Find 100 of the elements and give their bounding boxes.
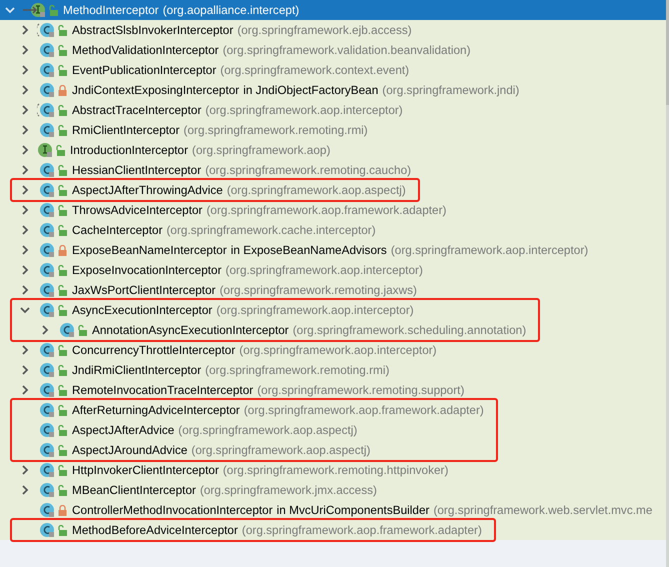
outer-class-name: in MvcUriComponentsBuilder (276, 503, 430, 517)
package-name: (org.springframework.remoting.httpinvoker) (222, 463, 448, 477)
tree-row[interactable]: ThrowsAdviceInterceptor (org.springframework.aop.framework.adapter) (0, 200, 666, 220)
class-name: CacheInterceptor (72, 223, 162, 237)
unlocked-padlock-icon (58, 304, 67, 316)
chevron-right-icon[interactable] (20, 145, 30, 155)
unlocked-padlock-icon (49, 4, 58, 16)
chevron-right-icon[interactable] (20, 185, 30, 195)
chevron-right-icon[interactable] (20, 25, 30, 35)
padlock-icon (58, 504, 67, 516)
chevron-right-icon[interactable] (20, 225, 30, 235)
class-name: MethodInterceptor (63, 3, 159, 17)
unlocked-padlock-icon (58, 64, 67, 76)
tree-row[interactable]: JndiRmiClientInterceptor (org.springframework.remoting.rmi) (0, 360, 666, 380)
package-name: (org.springframework.remoting.support) (257, 383, 464, 397)
class-name: JndiContextExposingInterceptor (72, 83, 240, 97)
package-name: (org.springframework.jndi) (382, 83, 520, 97)
chevron-right-icon[interactable] (40, 325, 50, 335)
package-name: (org.springframework.validation.beanvalidation) (222, 43, 471, 57)
tree-row[interactable]: MethodInterceptor (org.aopalliance.intercept) (0, 0, 666, 20)
tree-row[interactable]: AspectJAfterAdvice (org.springframework.aop.aspectj) (12, 420, 484, 440)
chevron-right-icon[interactable] (20, 285, 30, 295)
tree-row[interactable]: MethodBeforeAdviceInterceptor (org.springframework.aop.framework.adapter) (12, 520, 482, 540)
unlocked-padlock-icon (58, 284, 67, 296)
package-name: (org.springframework.remoting.rmi) (184, 123, 368, 137)
class-name: HttpInvokerClientInterceptor (72, 463, 219, 477)
chevron-right-icon[interactable] (20, 265, 30, 275)
tree-row[interactable]: ExposeBeanNameInterceptor in ExposeBeanNameAdvisors (org.springframework.aop.interceptor) (0, 240, 666, 260)
tree-row[interactable]: AbstractSlsbInvokerInterceptor (org.springframework.ejb.access) (0, 20, 666, 40)
unlocked-padlock-icon (58, 224, 67, 236)
padlock-icon (58, 84, 67, 96)
package-name: (org.springframework.remoting.rmi) (205, 363, 390, 377)
class-icon (37, 402, 55, 418)
tree-row[interactable]: AnnotationAsyncExecutionInterceptor (org.springframework.scheduling.annotation) (12, 320, 526, 340)
class-icon (37, 122, 55, 138)
chevron-right-icon[interactable] (20, 85, 30, 95)
tree-row[interactable]: ConcurrencyThrottleInterceptor (org.springframework.aop.interceptor) (0, 340, 666, 360)
class-icon (37, 362, 55, 378)
chevron-right-icon[interactable] (20, 205, 30, 215)
class-icon (37, 302, 55, 318)
package-name: (org.springframework.remoting.jaxws) (220, 283, 417, 297)
unlocked-padlock-icon (58, 44, 67, 56)
class-name: ConcurrencyThrottleInterceptor (72, 343, 236, 357)
class-icon (37, 462, 55, 478)
tree-row[interactable]: AfterReturningAdviceInterceptor (org.springframework.aop.framework.adapter) (12, 400, 484, 420)
padlock-icon (58, 244, 67, 256)
chevron-right-icon[interactable] (20, 105, 30, 115)
unlocked-padlock-icon (58, 24, 67, 36)
chevron-right-icon[interactable] (20, 485, 30, 495)
chevron-right-icon[interactable] (20, 465, 30, 475)
class-icon (37, 422, 55, 438)
tree-row[interactable]: MBeanClientInterceptor (org.springframework.jmx.access) (0, 480, 666, 500)
unlocked-padlock-icon (58, 464, 67, 476)
tree-row[interactable]: AspectJAfterThrowingAdvice (org.springframework.aop.aspectj) (12, 180, 406, 200)
package-name: (org.springframework.aop) (192, 143, 330, 157)
tree-row[interactable]: AbstractTraceInterceptor (org.springframework.aop.interceptor) (0, 100, 666, 120)
tree-row[interactable]: AspectJAroundAdvice (org.springframework.aop.aspectj) (12, 440, 484, 460)
chevron-right-icon[interactable] (20, 45, 30, 55)
tree-row[interactable]: JaxWsPortClientInterceptor (org.springframework.remoting.jaxws) (0, 280, 666, 300)
chevron-right-icon[interactable] (20, 365, 30, 375)
unlocked-padlock-icon (58, 424, 67, 436)
class-icon (37, 222, 55, 238)
package-name: (org.springframework.aop.interceptor) (216, 303, 414, 317)
class-icon (37, 382, 55, 398)
tree-row[interactable]: MethodValidationInterceptor (org.springframework.validation.beanvalidation) (0, 40, 666, 60)
chevron-right-icon[interactable] (20, 345, 30, 355)
unlocked-padlock-icon (58, 344, 67, 356)
tree-row[interactable]: ControllerMethodInvocationInterceptor in MvcUriComponentsBuilder (org.springframework.web.servlet.mvc.me (0, 500, 666, 520)
tree-row[interactable]: EventPublicationInterceptor (org.springframework.context.event) (0, 60, 666, 80)
chevron-down-icon[interactable] (20, 305, 30, 315)
package-name: (org.springframework.aop.framework.adapter) (242, 523, 482, 537)
unlocked-padlock-icon (58, 384, 67, 396)
tree-row[interactable]: CacheInterceptor (org.springframework.cache.interceptor) (0, 220, 666, 240)
abstract-class-icon (37, 22, 55, 38)
package-name: (org.springframework.scheduling.annotation) (292, 323, 526, 337)
chevron-right-icon[interactable] (20, 385, 30, 395)
package-name: (org.springframework.aop.aspectj) (191, 443, 370, 457)
class-name: AsyncExecutionInterceptor (72, 303, 212, 317)
tree-row[interactable]: ExposeInvocationInterceptor (org.springframework.aop.interceptor) (0, 260, 666, 280)
chevron-right-icon[interactable] (20, 245, 30, 255)
interface-icon (37, 142, 53, 158)
class-name: AspectJAfterThrowingAdvice (72, 183, 223, 197)
chevron-down-icon[interactable] (5, 5, 15, 15)
tree-row[interactable]: HttpInvokerClientInterceptor (org.springframework.remoting.httpinvoker) (0, 460, 666, 480)
tree-row[interactable]: AsyncExecutionInterceptor (org.springframework.aop.interceptor) (12, 300, 526, 320)
package-name: (org.springframework.jmx.access) (200, 483, 377, 497)
tree-row[interactable]: RemoteInvocationTraceInterceptor (org.springframework.remoting.support) (0, 380, 666, 400)
chevron-right-icon[interactable] (20, 125, 30, 135)
chevron-right-icon[interactable] (20, 65, 30, 75)
unlocked-padlock-icon (58, 364, 67, 376)
outer-class-name: in JndiObjectFactoryBean (243, 83, 378, 97)
tree-row[interactable]: HessianClientInterceptor (org.springframework.remoting.caucho) (0, 160, 666, 180)
class-icon (37, 262, 55, 278)
tree-row[interactable]: RmiClientInterceptor (org.springframework.remoting.rmi) (0, 120, 666, 140)
unlocked-padlock-icon (58, 204, 67, 216)
class-name: JaxWsPortClientInterceptor (72, 283, 216, 297)
class-name: RmiClientInterceptor (72, 123, 180, 137)
tree-row[interactable]: IntroductionInterceptor (org.springframework.aop) (0, 140, 666, 160)
tree-row[interactable]: JndiContextExposingInterceptor in JndiObjectFactoryBean (org.springframework.jndi) (0, 80, 666, 100)
chevron-right-icon[interactable] (20, 165, 30, 175)
